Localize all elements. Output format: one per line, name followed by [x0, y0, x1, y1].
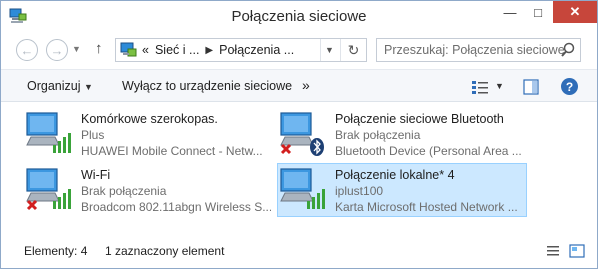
organize-button[interactable]: Organizuj [27, 79, 81, 93]
chevron-down-icon[interactable]: ▼ [320, 39, 338, 61]
bluetooth-adapter-icon [280, 112, 324, 156]
connection-status: Brak połączenia [81, 184, 167, 198]
disable-device-button[interactable]: Wyłącz to urządzenie sieciowe [122, 79, 292, 93]
connection-name: Wi-Fi [81, 168, 111, 182]
search-box[interactable]: Przeszukaj: Połączenia sieciowe [376, 38, 581, 62]
close-button[interactable]: ✕ [553, 1, 597, 23]
search-icon[interactable] [560, 42, 576, 58]
forward-button[interactable]: → [46, 39, 68, 61]
refresh-icon[interactable]: ↻ [340, 39, 366, 61]
connection-details: Wi-Fi Brak połączenia Broadcom 802.11abg… [81, 167, 271, 215]
connection-item-mobile[interactable]: Komórkowe szerokopas. Plus HUAWEI Mobile… [25, 109, 273, 161]
view-dropdown-icon[interactable]: ▼ [495, 81, 504, 91]
connection-device: Broadcom 802.11abgn Wireless S... [81, 200, 271, 214]
breadcrumb-item-network[interactable]: Sieć i ... [155, 43, 199, 57]
back-button[interactable]: ← [16, 39, 38, 61]
wifi-adapter-icon [26, 168, 71, 211]
connection-name: Połączenie sieciowe Bluetooth [335, 112, 504, 126]
chevron-right-icon[interactable]: ▶ [205, 43, 213, 57]
connection-details: Połączenie sieciowe Bluetooth Brak połąc… [335, 111, 525, 159]
large-icons-view-icon[interactable] [569, 244, 585, 258]
up-button[interactable]: ↑ [95, 40, 103, 57]
address-bar[interactable]: « Sieć i ... ▶ Połączenia ... ▼ ↻ [115, 38, 367, 62]
item-count: Elementy: 4 [24, 244, 88, 258]
connection-item-bluetooth[interactable]: Połączenie sieciowe Bluetooth Brak połąc… [279, 109, 527, 161]
connection-details: Komórkowe szerokopas. Plus HUAWEI Mobile… [81, 111, 271, 159]
connection-status: Plus [81, 128, 105, 142]
minimize-button[interactable]: — [497, 1, 523, 23]
connection-device: HUAWEI Mobile Connect - Netw... [81, 144, 263, 158]
connection-name: Połączenie lokalne* 4 [335, 168, 455, 182]
organize-dropdown-icon[interactable]: ▼ [84, 82, 93, 92]
navigation-bar: ← → ▼ ↑ « Sieć i ... ▶ Połączenia ... ▼ … [1, 35, 597, 65]
help-icon[interactable]: ? [561, 78, 578, 95]
title-bar[interactable]: Połączenia sieciowe — □ ✕ [1, 1, 597, 33]
status-bar: Elementy: 4 1 zaznaczony element [1, 237, 597, 267]
command-bar: Organizuj ▼ Wyłącz to urządzenie sieciow… [1, 69, 597, 102]
breadcrumb: « Sieć i ... ▶ Połączenia ... [142, 43, 294, 57]
explorer-window: Połączenia sieciowe — □ ✕ ← → ▼ ↑ « Sieć… [0, 0, 598, 269]
breadcrumb-item-connections[interactable]: Połączenia ... [219, 43, 294, 57]
maximize-button[interactable]: □ [525, 1, 551, 23]
wifi-adapter-icon [280, 168, 325, 209]
selection-count: 1 zaznaczony element [105, 244, 225, 258]
connection-name: Komórkowe szerokopas. [81, 112, 218, 126]
breadcrumb-overflow[interactable]: « [142, 43, 149, 57]
connection-details: Połączenie lokalne* 4 iplust100 Karta Mi… [335, 167, 525, 215]
connection-status: iplust100 [335, 184, 384, 198]
network-adapter-icon [26, 112, 71, 153]
search-input[interactable]: Przeszukaj: Połączenia sieciowe [384, 43, 565, 57]
control-panel-icon [120, 42, 137, 57]
change-view-icon[interactable] [471, 79, 489, 95]
details-view-icon[interactable] [546, 244, 560, 258]
preview-pane-icon[interactable] [523, 79, 539, 95]
connection-device: Karta Microsoft Hosted Network ... [335, 200, 518, 214]
connection-device: Bluetooth Device (Personal Area ... [335, 144, 522, 158]
connection-status: Brak połączenia [335, 128, 421, 142]
recent-locations-dropdown[interactable]: ▼ [72, 44, 81, 54]
connection-item-local[interactable]: Połączenie lokalne* 4 iplust100 Karta Mi… [277, 163, 527, 217]
more-commands-button[interactable]: » [302, 77, 310, 93]
connection-item-wifi[interactable]: Wi-Fi Brak połączenia Broadcom 802.11abg… [25, 165, 273, 217]
connections-list: Komórkowe szerokopas. Plus HUAWEI Mobile… [1, 103, 597, 233]
